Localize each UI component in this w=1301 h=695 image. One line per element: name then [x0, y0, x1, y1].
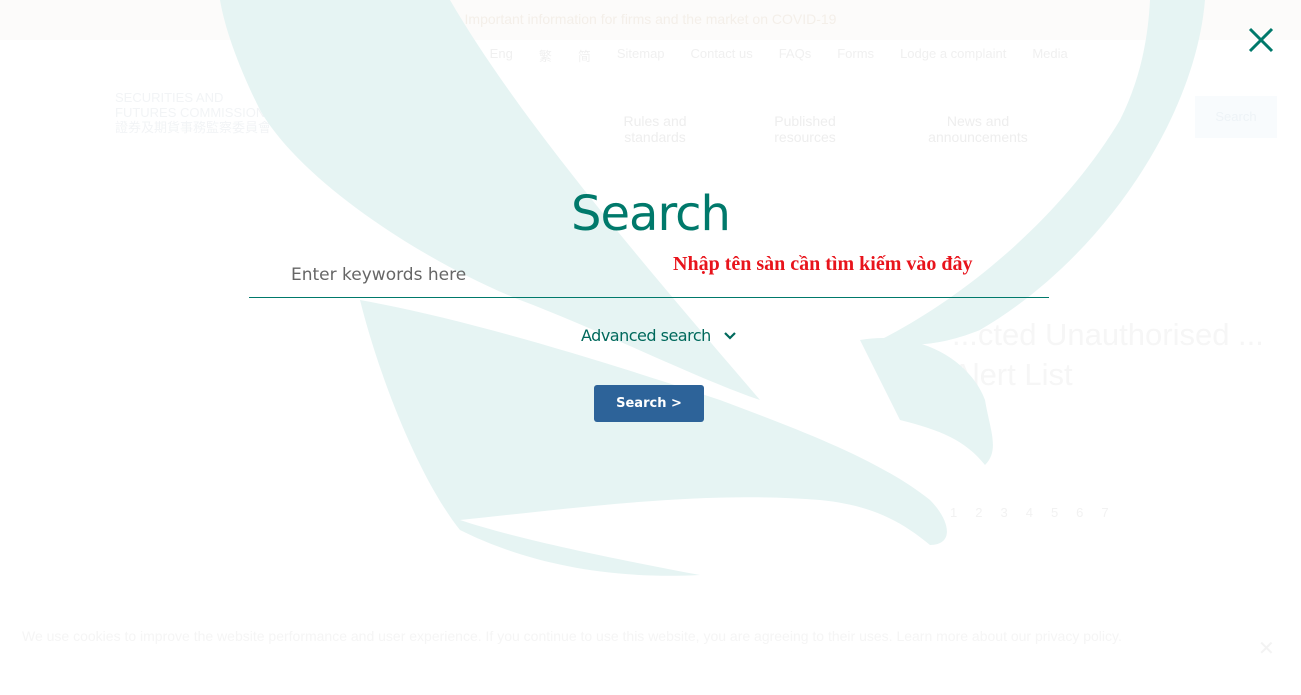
search-title: Search	[571, 186, 731, 242]
eagle-watermark	[220, 0, 1205, 576]
annotation-text: Nhập tên sàn cần tìm kiếm vào đây	[673, 253, 973, 275]
advanced-search-label: Advanced search	[581, 326, 711, 345]
close-search-button[interactable]	[1245, 24, 1277, 56]
search-submit-button[interactable]: Search >	[594, 385, 704, 422]
chevron-down-icon	[723, 331, 736, 340]
advanced-search-toggle[interactable]: Advanced search	[581, 326, 737, 345]
close-icon	[1248, 27, 1274, 53]
